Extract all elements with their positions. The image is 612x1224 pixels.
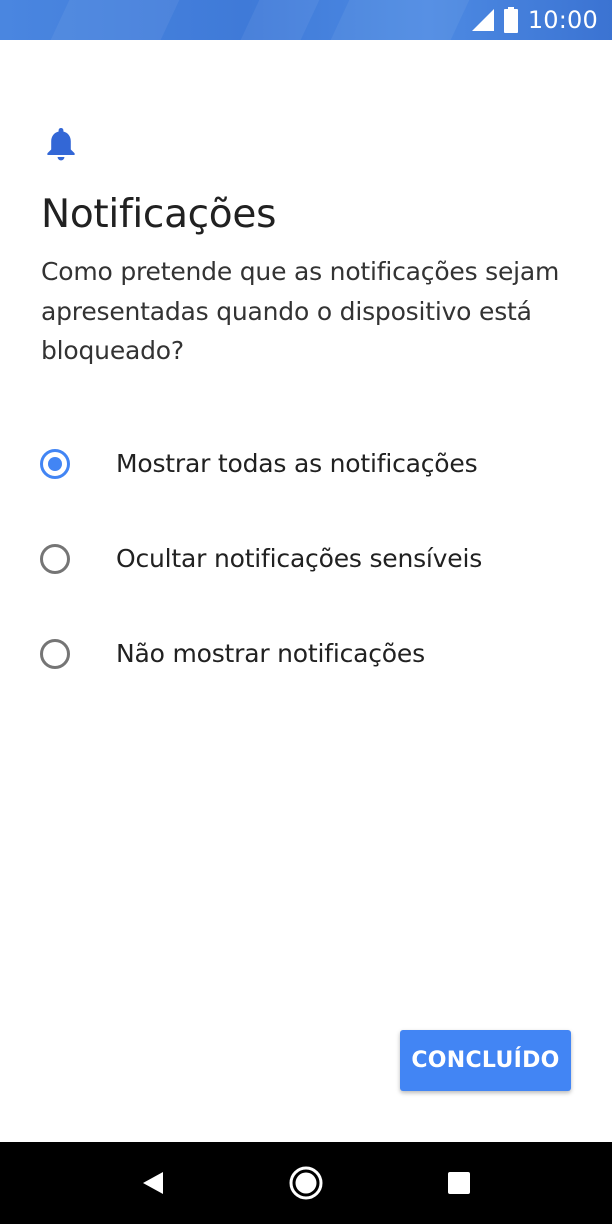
radio-button-selected[interactable] [40, 448, 70, 479]
notification-options-radio-group: Mostrar todas as notificações Ocultar no… [0, 416, 612, 701]
battery-icon [503, 7, 518, 33]
option-show-all[interactable]: Mostrar todas as notificações [0, 416, 612, 511]
page-description: Como pretende que as notificações sejam … [41, 257, 560, 365]
recents-button[interactable] [419, 1142, 499, 1224]
option-label: Não mostrar notificações [116, 639, 425, 668]
home-button[interactable] [266, 1142, 346, 1224]
navigation-bar [0, 1142, 612, 1224]
radio-button[interactable] [40, 543, 70, 574]
status-bar: 10:00 [0, 0, 612, 40]
option-show-none[interactable]: Não mostrar notificações [0, 606, 612, 701]
status-clock: 10:00 [527, 6, 598, 34]
recents-square-icon [448, 1172, 470, 1194]
notification-settings-screen: 10:00 Notificações Como pretende que as … [0, 0, 612, 1224]
done-button[interactable]: CONCLUÍDO [400, 1030, 571, 1091]
option-hide-sensitive[interactable]: Ocultar notificações sensíveis [0, 511, 612, 606]
option-label: Ocultar notificações sensíveis [116, 544, 483, 573]
back-triangle-icon [143, 1172, 163, 1194]
radio-button[interactable] [40, 638, 70, 669]
bell-icon [44, 126, 78, 162]
page-title: Notificações [41, 192, 277, 237]
back-button[interactable] [113, 1142, 193, 1224]
option-label: Mostrar todas as notificações [116, 449, 478, 478]
signal-icon [471, 9, 494, 31]
home-circle-icon [289, 1166, 323, 1200]
